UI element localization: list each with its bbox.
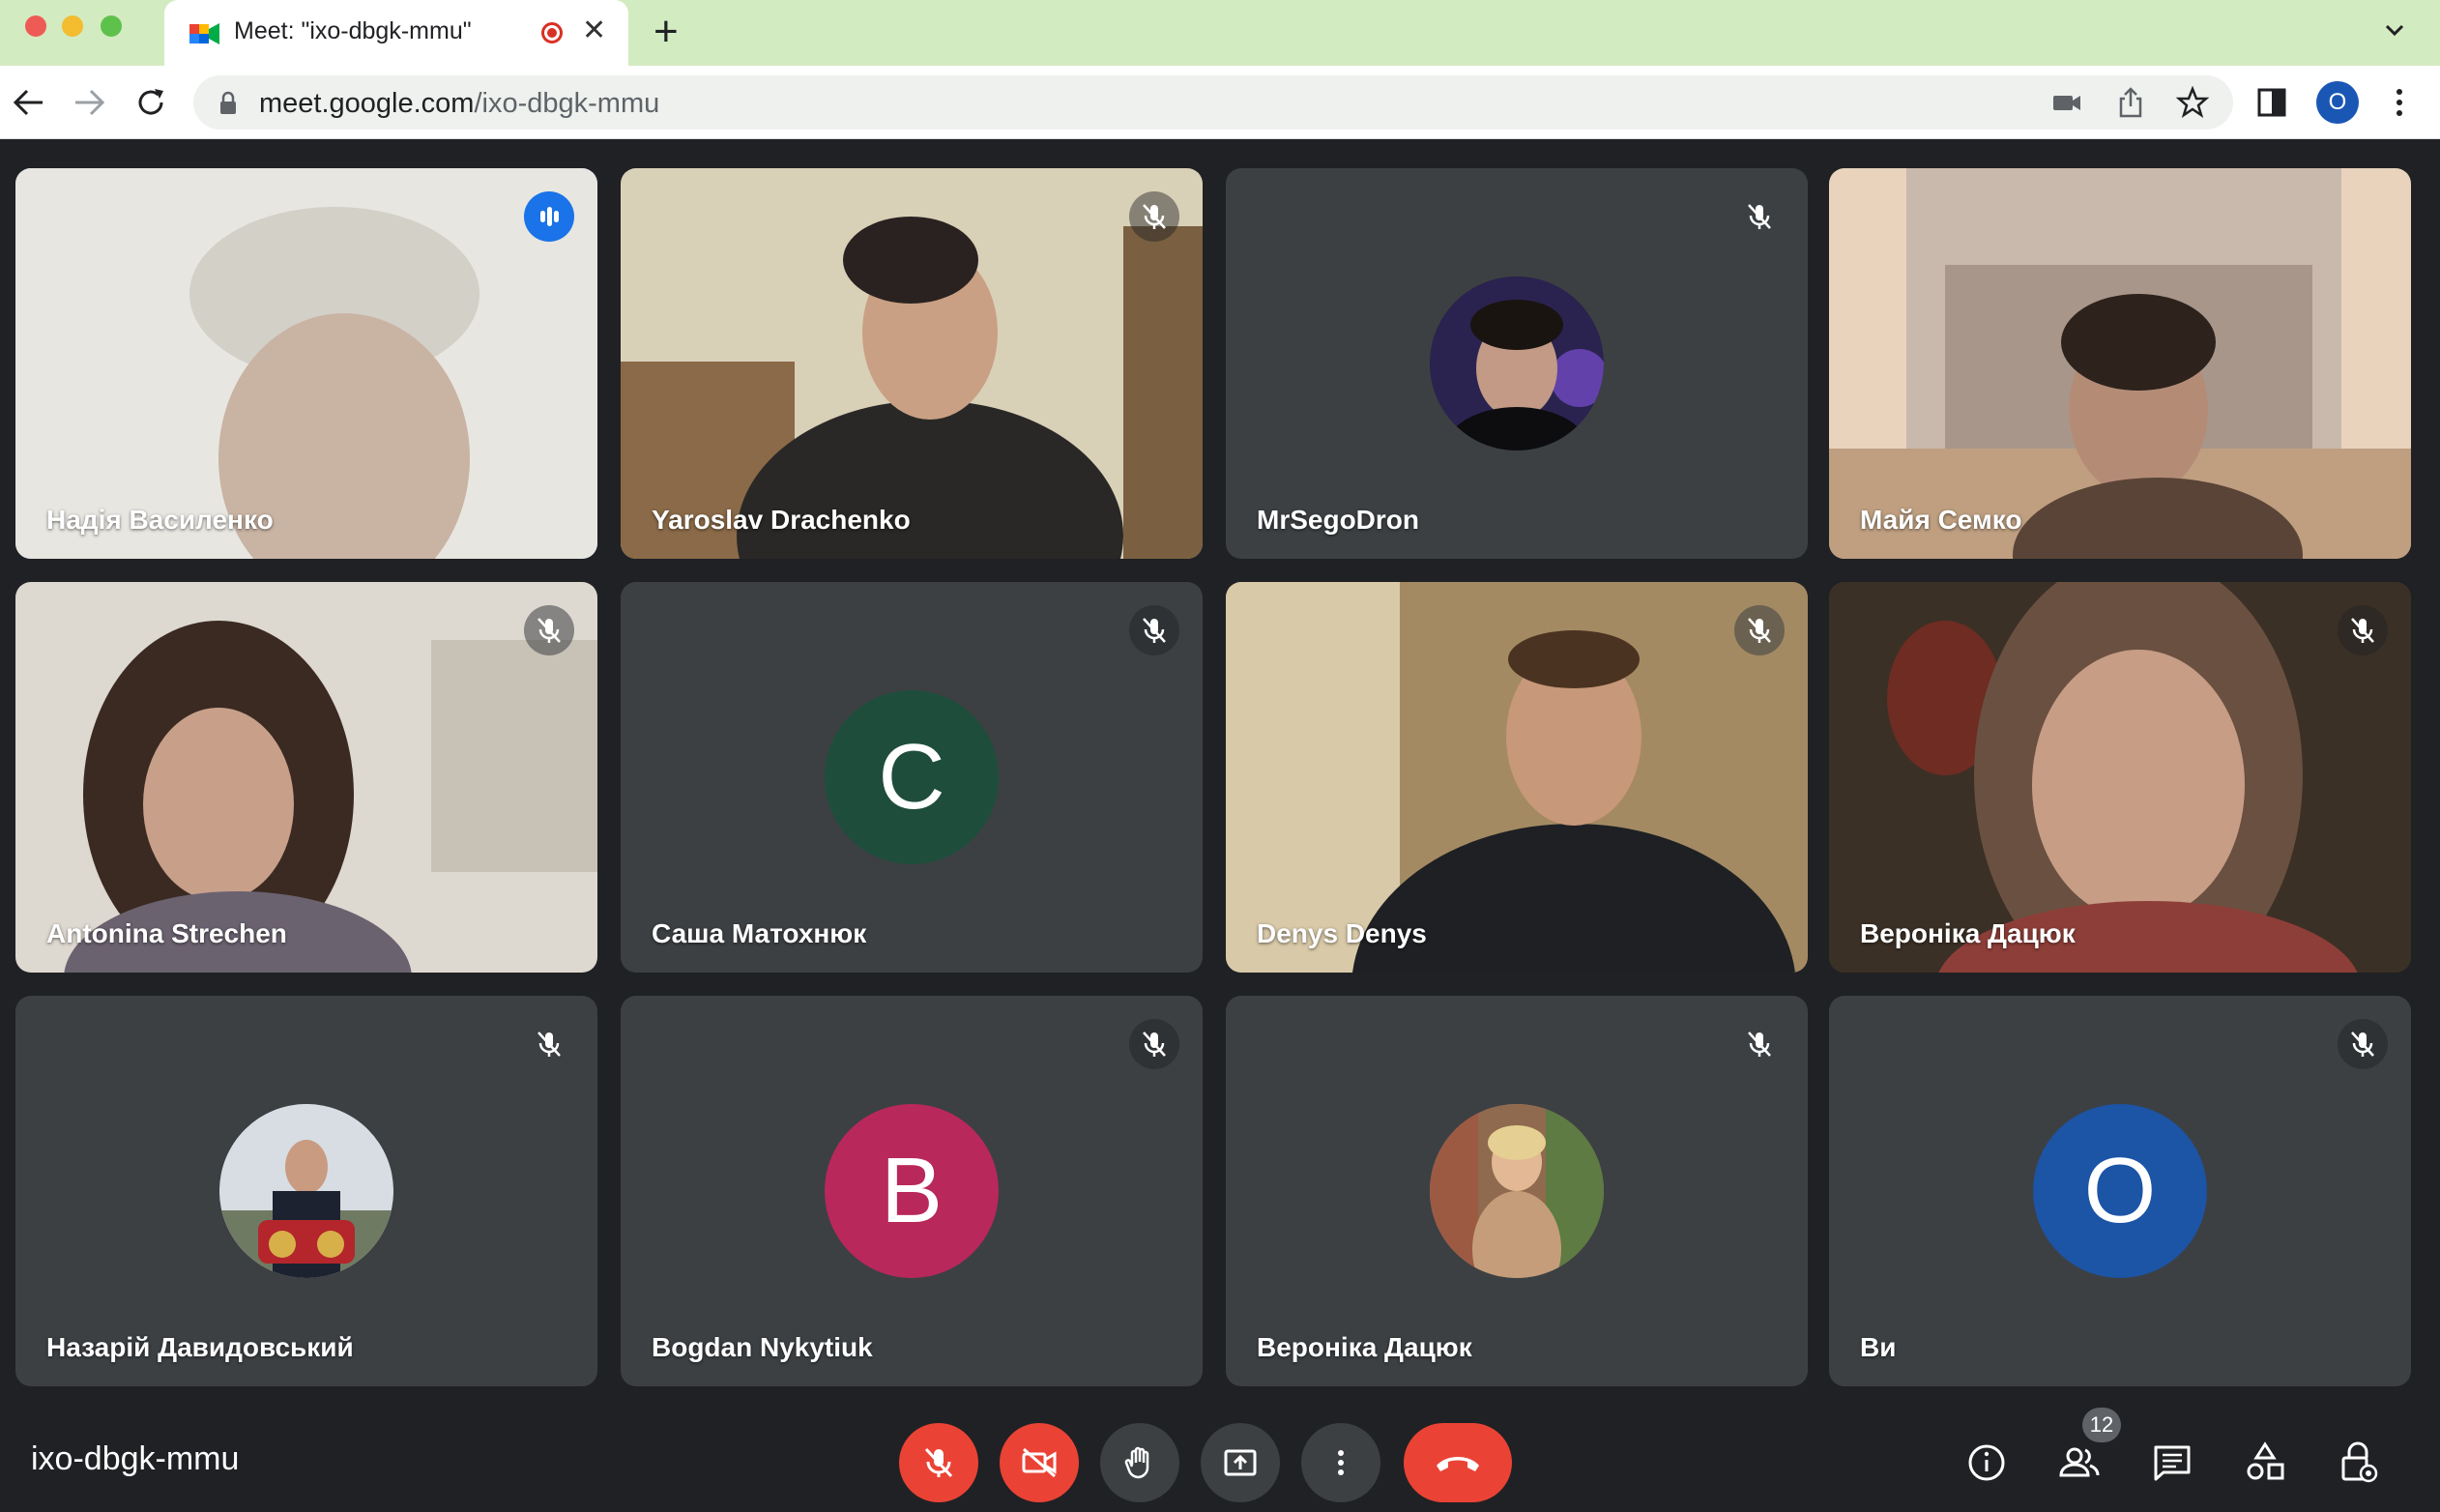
participant-video [621, 168, 1203, 559]
raise-hand-button[interactable] [1100, 1423, 1179, 1502]
speaking-indicator-icon [524, 191, 574, 242]
participant-video [1226, 582, 1808, 973]
address-bar[interactable]: meet.google.com/ixo-dbgk-mmu [193, 75, 2233, 130]
url-host: meet.google.com [259, 88, 475, 119]
participant-tile[interactable]: Назарій Давидовський [15, 996, 597, 1386]
more-options-button[interactable] [1301, 1423, 1380, 1502]
participant-name: MrSegoDron [1257, 505, 1419, 535]
participant-video [15, 168, 597, 559]
mic-off-icon [524, 1019, 574, 1069]
share-icon[interactable] [2113, 85, 2148, 120]
chevron-down-icon[interactable] [2378, 14, 2411, 46]
participant-count-badge: 12 [2082, 1408, 2121, 1442]
profile-avatar[interactable]: O [2316, 81, 2359, 124]
participant-name: Вероніка Дацюк [1860, 918, 2076, 948]
plus-icon[interactable]: + [654, 8, 679, 56]
participant-name: Майя Семко [1860, 505, 2022, 535]
url-text: meet.google.com/ixo-dbgk-mmu [259, 88, 659, 120]
mic-off-icon [1734, 191, 1785, 242]
participant-video [1829, 582, 2411, 973]
window-minimize-button[interactable] [62, 15, 83, 37]
recording-icon [541, 22, 563, 44]
mic-toggle-button[interactable] [899, 1423, 978, 1502]
participant-tile-self[interactable]: O Ви [1829, 996, 2411, 1386]
participant-avatar-photo [1430, 1104, 1604, 1278]
star-icon[interactable] [2175, 85, 2210, 120]
participant-name: Yaroslav Drachenko [652, 505, 911, 535]
tab-title: Meet: "ixo-dbgk-mmu" [234, 17, 472, 44]
chat-icon[interactable] [2148, 1439, 2196, 1487]
mic-off-icon [2338, 1019, 2388, 1069]
camera-off-icon [1022, 1447, 1057, 1478]
meet-logo-icon [189, 23, 219, 44]
present-screen-button[interactable] [1201, 1423, 1280, 1502]
lock-icon[interactable] [218, 91, 238, 116]
camera-blocked-icon[interactable] [2049, 85, 2084, 120]
mic-off-icon [1129, 605, 1179, 655]
participant-avatar-photo [1430, 276, 1604, 451]
browser-toolbar: meet.google.com/ixo-dbgk-mmu O [0, 66, 2440, 139]
mic-off-icon [524, 605, 574, 655]
forward-icon[interactable] [68, 81, 110, 124]
leave-call-button[interactable] [1404, 1423, 1512, 1502]
participant-tile[interactable]: B Bogdan Nykytiuk [621, 996, 1203, 1386]
participant-grid: Надія Василенко Yaroslav Drachenko MrSeg… [15, 168, 2411, 1386]
participant-tile[interactable]: MrSegoDron [1226, 168, 1808, 559]
participant-avatar-initial: O [2033, 1104, 2207, 1278]
participant-tile[interactable]: Вероніка Дацюк [1226, 996, 1808, 1386]
sidepanel-icon[interactable] [2251, 81, 2293, 124]
info-icon[interactable] [1962, 1439, 2011, 1487]
participant-avatar-photo [219, 1104, 393, 1278]
participant-tile[interactable]: Надія Василенко [15, 168, 597, 559]
back-icon[interactable] [8, 81, 50, 124]
participant-name: Надія Василенко [46, 505, 274, 535]
participant-tile[interactable]: Yaroslav Drachenko [621, 168, 1203, 559]
mic-off-icon [2338, 605, 2388, 655]
participant-virtual-background [1829, 168, 2411, 559]
participant-tile[interactable]: Вероніка Дацюк [1829, 582, 2411, 973]
kebab-icon[interactable] [2378, 81, 2421, 124]
participant-avatar-initial: B [825, 1104, 999, 1278]
participant-tile[interactable]: Antonina Strechen [15, 582, 597, 973]
window-zoom-button[interactable] [101, 15, 122, 37]
camera-toggle-button[interactable] [1000, 1423, 1079, 1502]
present-icon [1224, 1449, 1257, 1476]
reload-icon[interactable] [130, 81, 172, 124]
active-tab[interactable]: Meet: "ixo-dbgk-mmu" ✕ [164, 0, 628, 66]
participant-name: Bogdan Nykytiuk [652, 1332, 873, 1362]
mic-off-icon [1734, 1019, 1785, 1069]
close-icon[interactable]: ✕ [582, 14, 606, 47]
participant-avatar-initial: С [825, 690, 999, 864]
mic-off-icon [924, 1447, 953, 1478]
raise-hand-icon [1124, 1446, 1149, 1479]
participant-tile[interactable]: Майя Семко [1829, 168, 2411, 559]
participant-name: Назарій Давидовський [46, 1332, 354, 1362]
participant-name: Вероніка Дацюк [1257, 1332, 1472, 1362]
window-close-button[interactable] [25, 15, 46, 37]
end-call-icon [1437, 1457, 1479, 1471]
host-controls-icon[interactable] [2334, 1439, 2382, 1487]
mic-off-icon [1129, 191, 1179, 242]
participant-video [15, 582, 597, 973]
people-icon[interactable] [2055, 1439, 2104, 1487]
mic-off-icon [1734, 605, 1785, 655]
url-path: /ixo-dbgk-mmu [474, 88, 660, 119]
participant-tile[interactable]: С Саша Матохнюк [621, 582, 1203, 973]
tab-strip: Meet: "ixo-dbgk-mmu" ✕ + [0, 0, 2440, 66]
participant-name: Denys Denys [1257, 918, 1427, 948]
participant-tile[interactable]: Denys Denys [1226, 582, 1808, 973]
participant-name: Саша Матохнюк [652, 918, 867, 948]
activities-icon[interactable] [2241, 1439, 2289, 1487]
participant-name: Ви [1860, 1332, 1897, 1362]
meeting-code: ixo-dbgk-mmu [31, 1440, 240, 1477]
participant-name: Antonina Strechen [46, 918, 287, 948]
mic-off-icon [1129, 1019, 1179, 1069]
more-options-icon [1338, 1450, 1344, 1475]
